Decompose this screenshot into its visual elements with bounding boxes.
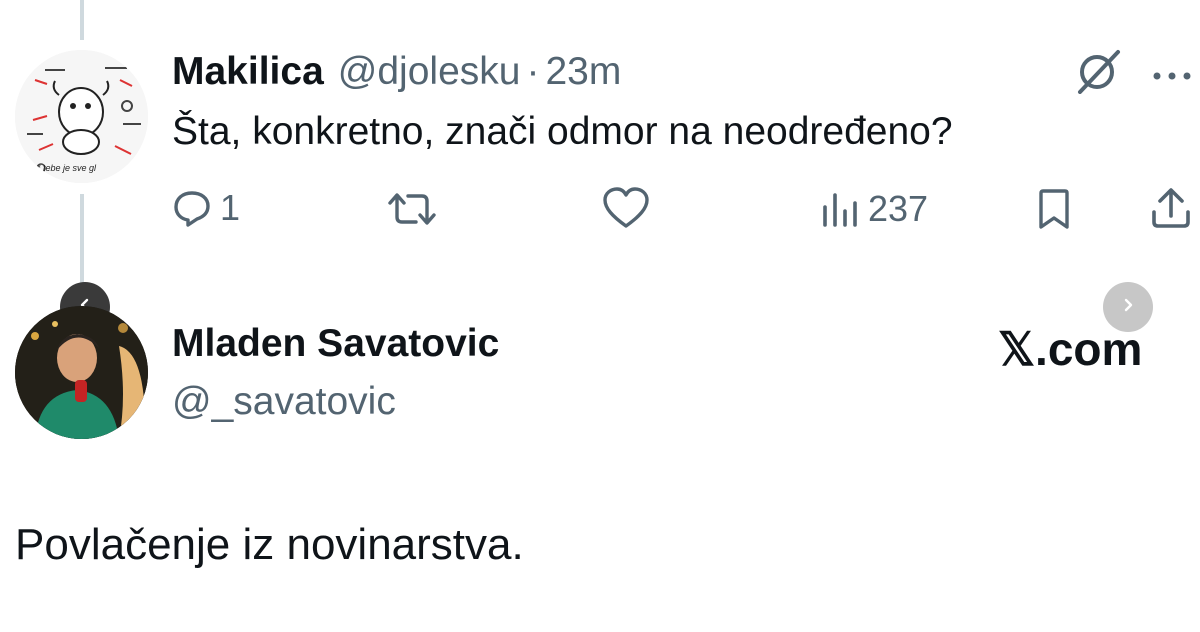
separator: · [526, 50, 540, 93]
share-icon [1150, 186, 1192, 230]
tweet-text: Šta, konkretno, znači odmor na neodređen… [172, 110, 953, 153]
bookmark-button[interactable] [1036, 188, 1072, 230]
heart-icon [602, 186, 650, 230]
share-button[interactable] [1150, 186, 1192, 230]
person-photo-icon [15, 306, 148, 439]
views-button[interactable]: 237 [820, 187, 928, 231]
views-icon [820, 189, 860, 229]
bookmark-icon [1036, 188, 1072, 230]
x-brand-logo: 𝕏.com [998, 323, 1143, 375]
reply-icon [172, 188, 212, 228]
avatar[interactable]: * tebe je sve gl [15, 50, 148, 183]
reply-count: 1 [220, 187, 241, 228]
handle[interactable]: @_savatovic [172, 380, 396, 424]
retweet-icon [384, 189, 440, 229]
display-name[interactable]: Mladen Savatovic [172, 322, 499, 366]
grok-icon[interactable] [1074, 48, 1124, 99]
reply-header: Makilica @djolesku · 23m [172, 50, 621, 94]
thread-line-top [80, 0, 84, 40]
display-name[interactable]: Makilica [172, 50, 324, 94]
retweet-button[interactable] [384, 189, 440, 229]
views-count: 237 [868, 188, 929, 229]
tweet-text: Povlačenje iz novinarstva. [15, 520, 524, 569]
more-options-icon[interactable] [1152, 68, 1192, 86]
avatar[interactable] [15, 306, 148, 439]
handle[interactable]: @djolesku [338, 50, 521, 94]
reply-button[interactable]: 1 [172, 185, 240, 231]
chevron-right-icon [1120, 297, 1136, 318]
like-button[interactable] [602, 186, 650, 230]
timestamp[interactable]: 23m [545, 50, 621, 94]
avatar-caption: * tebe je sve gl [37, 163, 97, 173]
